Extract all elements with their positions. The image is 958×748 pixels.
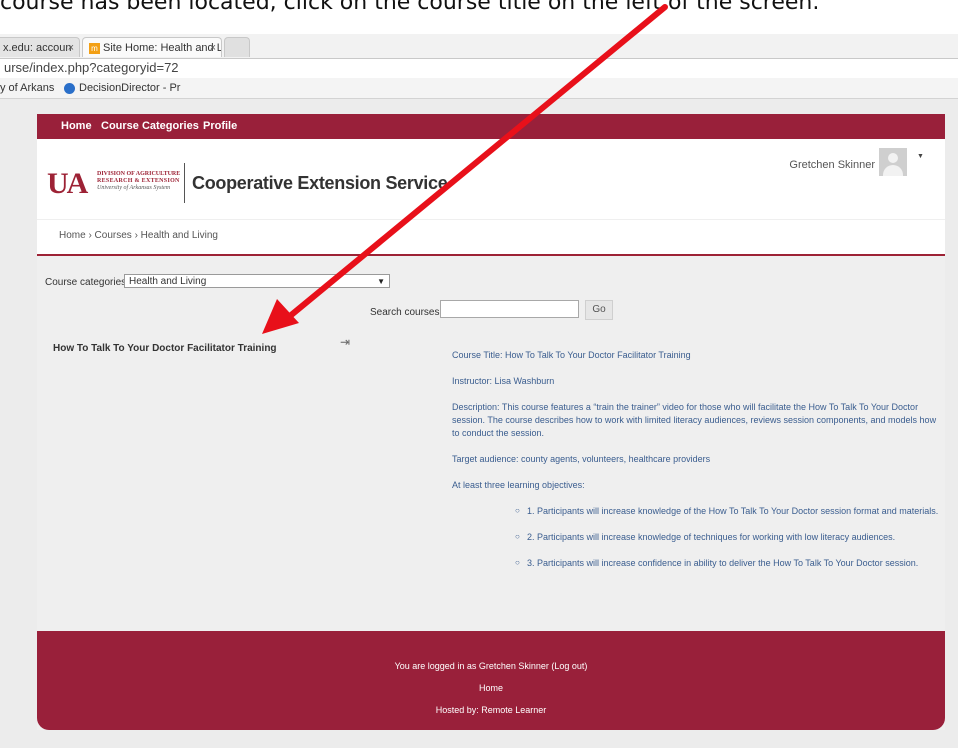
moodle-favicon-icon: m (89, 42, 100, 54)
site-header: UA DIVISION OF AGRICULTURE RESEARCH & EX… (37, 139, 945, 219)
division-text: DIVISION OF AGRICULTURE RESEARCH & EXTEN… (97, 171, 181, 191)
search-courses-label: Search courses: (370, 307, 443, 318)
close-tab-icon[interactable]: × (210, 38, 216, 57)
top-navigation: Home Course Categories Profile (37, 114, 945, 139)
page-background: Home Course Categories Profile UA DIVISI… (0, 99, 958, 748)
objective-item: 1. Participants will increase knowledge … (515, 504, 938, 518)
browser-tab-bar: x.edu: accoun × m Site Home: Health and L… (0, 34, 958, 59)
tab-label: Site Home: Health and Li (103, 42, 222, 54)
summary-instructor: Instructor: Lisa Washburn (452, 376, 555, 386)
course-summary: Course Title: How To Talk To Your Doctor… (452, 349, 938, 583)
course-title-link[interactable]: How To Talk To Your Doctor Facilitator T… (53, 343, 277, 354)
summary-objectives-heading: At least three learning objectives: (452, 480, 585, 490)
go-button[interactable]: Go (585, 300, 613, 320)
bookmark-label: DecisionDirector - Pr (79, 82, 181, 94)
enrol-icon[interactable]: ⇥ (340, 335, 350, 349)
bookmark-decisiondirector[interactable]: DecisionDirector - Pr (64, 78, 180, 98)
chevron-down-icon: ▼ (377, 277, 385, 286)
objectives-list: 1. Participants will increase knowledge … (452, 504, 938, 570)
summary-description: Description: This course features a “tra… (452, 402, 937, 438)
category-select[interactable]: Health and Living ▼ (124, 274, 390, 288)
instruction-caption: course has been located, click on the co… (0, 0, 820, 15)
summary-course-title: Course Title: How To Talk To Your Doctor… (452, 350, 691, 360)
footer-logged-in[interactable]: You are logged in as Gretchen Skinner (L… (37, 661, 945, 671)
site-name: Cooperative Extension Service (192, 173, 448, 193)
footer-home-link[interactable]: Home (37, 683, 945, 693)
objective-item: 3. Participants will increase confidence… (515, 556, 938, 570)
logo-divider (184, 163, 185, 203)
category-selector: Course categories: Health and Living ▼ (45, 274, 390, 288)
bookmark-favicon-icon (64, 82, 75, 94)
site-logo[interactable]: UA DIVISION OF AGRICULTURE RESEARCH & EX… (47, 161, 448, 207)
ua-logo-mark: UA (47, 167, 88, 200)
user-name[interactable]: Gretchen Skinner (789, 159, 875, 171)
bookmarks-bar: y of Arkans DecisionDirector - Pr (0, 78, 958, 99)
nav-home-link[interactable]: Home (61, 114, 92, 138)
user-avatar-icon[interactable] (879, 148, 907, 176)
new-tab-button[interactable] (224, 37, 250, 57)
close-tab-icon[interactable]: × (68, 38, 74, 57)
search-courses-input[interactable] (440, 300, 579, 318)
breadcrumb: Home › Courses › Health and Living (37, 220, 945, 256)
summary-audience: Target audience: county agents, voluntee… (452, 454, 711, 464)
category-label: Course categories: (45, 277, 129, 288)
objective-item: 2. Participants will increase knowledge … (515, 530, 938, 544)
site-footer: You are logged in as Gretchen Skinner (L… (37, 631, 945, 730)
browser-tab-site-home[interactable]: m Site Home: Health and Li × (82, 37, 222, 57)
site-frame: Home Course Categories Profile UA DIVISI… (37, 114, 945, 730)
bookmark-university[interactable]: y of Arkans (0, 78, 54, 98)
browser-tab-account[interactable]: x.edu: accoun × (0, 37, 80, 57)
nav-profile-link[interactable]: Profile (203, 114, 237, 138)
address-bar[interactable]: urse/index.php?categoryid=72 (0, 59, 958, 77)
footer-hosted-by: Hosted by: Remote Learner (435, 705, 547, 715)
breadcrumb-text[interactable]: Home › Courses › Health and Living (59, 230, 218, 241)
nav-course-categories-link[interactable]: Course Categories (101, 114, 199, 138)
user-menu-caret-icon[interactable]: ▼ (917, 153, 924, 160)
tab-label: x.edu: accoun (3, 42, 72, 54)
